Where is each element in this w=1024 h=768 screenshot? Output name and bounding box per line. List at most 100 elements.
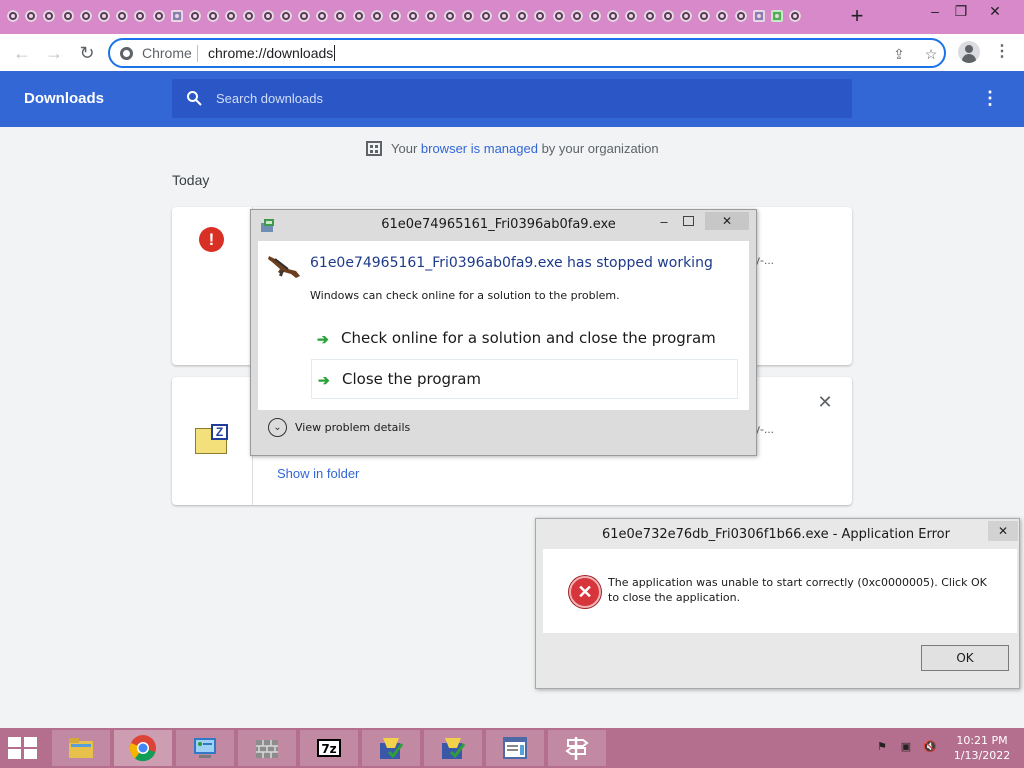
dialog-close-button[interactable]: ✕ bbox=[988, 521, 1018, 541]
taskbar-firewall[interactable] bbox=[238, 730, 296, 766]
browser-tab-favicon-icon[interactable] bbox=[204, 6, 222, 28]
browser-tab-favicon-icon[interactable] bbox=[113, 6, 131, 28]
downloads-more-kebab-icon[interactable]: ⋮ bbox=[980, 86, 1000, 110]
browser-tab-favicon-icon[interactable] bbox=[459, 6, 477, 28]
taskbar-7zip[interactable]: 7z bbox=[300, 730, 358, 766]
window-close-button[interactable]: ✕ bbox=[978, 0, 1012, 24]
browser-tab-favicon-icon[interactable] bbox=[313, 6, 331, 28]
dialog-heading: 61e0e74965161_Fri0396ab0fa9.exe has stop… bbox=[310, 255, 713, 271]
browser-tab-favicon-icon[interactable] bbox=[768, 6, 786, 28]
address-bar-url[interactable]: chrome://downloads bbox=[208, 45, 336, 61]
tab-strip: + – ❐ ✕ bbox=[0, 0, 1024, 34]
tab-list bbox=[4, 6, 804, 28]
browser-menu-kebab-icon[interactable]: ⋮ bbox=[992, 40, 1012, 64]
browser-tab-favicon-icon[interactable] bbox=[568, 6, 586, 28]
7zip-file-icon: Z bbox=[195, 424, 229, 454]
browser-tab-favicon-icon[interactable] bbox=[495, 6, 513, 28]
search-input[interactable] bbox=[216, 79, 836, 118]
browser-tab-favicon-icon[interactable] bbox=[259, 6, 277, 28]
address-bar-site-label: Chrome bbox=[142, 45, 192, 61]
back-arrow-icon[interactable]: ← bbox=[8, 39, 36, 67]
dialog-close-button[interactable]: ✕ bbox=[705, 212, 749, 230]
browser-tab-favicon-icon[interactable] bbox=[677, 6, 695, 28]
browser-tab-favicon-icon[interactable] bbox=[622, 6, 640, 28]
forward-arrow-icon[interactable]: → bbox=[40, 39, 68, 67]
browser-tab-favicon-icon[interactable] bbox=[477, 6, 495, 28]
taskbar-file-explorer[interactable] bbox=[52, 730, 110, 766]
browser-tab-favicon-icon[interactable] bbox=[350, 6, 368, 28]
show-in-folder-link[interactable]: Show in folder bbox=[277, 466, 359, 481]
new-tab-button[interactable]: + bbox=[848, 5, 866, 28]
dialog-minimize-button[interactable]: – bbox=[657, 214, 671, 230]
browser-tab-favicon-icon[interactable] bbox=[22, 6, 40, 28]
browser-tab-favicon-icon[interactable] bbox=[95, 6, 113, 28]
managed-link[interactable]: browser is managed bbox=[421, 141, 538, 156]
chevron-down-icon: ⌄ bbox=[268, 418, 287, 437]
browser-tab-favicon-icon[interactable] bbox=[513, 6, 531, 28]
taskbar-network-tool[interactable] bbox=[548, 730, 606, 766]
window-restore-button[interactable]: ❐ bbox=[944, 0, 978, 24]
taskbar-control-panel[interactable] bbox=[176, 730, 234, 766]
reload-icon[interactable]: ↻ bbox=[73, 39, 101, 67]
managed-prefix: Your bbox=[391, 141, 421, 156]
search-box[interactable] bbox=[172, 79, 852, 118]
browser-tab-favicon-icon[interactable] bbox=[240, 6, 258, 28]
browser-tab-favicon-icon[interactable] bbox=[404, 6, 422, 28]
share-icon[interactable]: ⇪ bbox=[888, 43, 910, 65]
managed-notice: Your browser is managed by your organiza… bbox=[366, 140, 659, 158]
browser-tab-favicon-icon[interactable] bbox=[604, 6, 622, 28]
browser-tab-favicon-icon[interactable] bbox=[531, 6, 549, 28]
browser-tab-favicon-icon[interactable] bbox=[786, 6, 804, 28]
browser-tab-favicon-icon[interactable] bbox=[295, 6, 313, 28]
close-program-button[interactable]: ➔ Close the program bbox=[311, 359, 738, 399]
7zip-icon: 7z bbox=[317, 739, 341, 757]
browser-tab-favicon-icon[interactable] bbox=[186, 6, 204, 28]
browser-tab-favicon-icon[interactable] bbox=[59, 6, 77, 28]
browser-tab-favicon-icon[interactable] bbox=[695, 6, 713, 28]
managed-suffix: by your organization bbox=[537, 141, 659, 156]
browser-tab-favicon-icon[interactable] bbox=[422, 6, 440, 28]
browser-tab-favicon-icon[interactable] bbox=[732, 6, 750, 28]
taskbar-chrome[interactable] bbox=[114, 730, 172, 766]
browser-tab-favicon-icon[interactable] bbox=[168, 6, 186, 28]
browser-tab-favicon-icon[interactable] bbox=[659, 6, 677, 28]
browser-tab-favicon-icon[interactable] bbox=[131, 6, 149, 28]
action-center-flag-icon[interactable]: ⚑ bbox=[875, 740, 889, 754]
volume-muted-icon[interactable]: 🔇 bbox=[923, 740, 937, 754]
browser-tab-favicon-icon[interactable] bbox=[4, 6, 22, 28]
dialog-maximize-button[interactable] bbox=[683, 216, 694, 226]
browser-tab-favicon-icon[interactable] bbox=[222, 6, 240, 28]
browser-tab-favicon-icon[interactable] bbox=[40, 6, 58, 28]
browser-tab-favicon-icon[interactable] bbox=[750, 6, 768, 28]
remove-download-close-icon[interactable]: ✕ bbox=[816, 393, 834, 411]
address-bar[interactable]: Chrome chrome://downloads ⇪ ☆ bbox=[108, 38, 946, 68]
taskbar-setup-installer[interactable] bbox=[362, 730, 420, 766]
browser-tab-favicon-icon[interactable] bbox=[386, 6, 404, 28]
browser-tab-favicon-icon[interactable] bbox=[77, 6, 95, 28]
dialog-titlebar[interactable]: 61e0e74965161_Fri0396ab0fa9.exe – ✕ bbox=[251, 210, 756, 240]
profile-avatar-icon[interactable] bbox=[958, 41, 980, 63]
browser-tab-favicon-icon[interactable] bbox=[150, 6, 168, 28]
clock-time: 10:21 PM bbox=[956, 734, 1008, 747]
option-label: Check online for a solution and close th… bbox=[341, 329, 716, 347]
browser-tab-favicon-icon[interactable] bbox=[586, 6, 604, 28]
ok-button[interactable]: OK bbox=[921, 645, 1009, 671]
rifle-app-icon bbox=[268, 256, 300, 278]
bookmark-star-icon[interactable]: ☆ bbox=[920, 43, 942, 65]
browser-tab-favicon-icon[interactable] bbox=[331, 6, 349, 28]
browser-tab-favicon-icon[interactable] bbox=[441, 6, 459, 28]
chrome-icon bbox=[120, 47, 133, 60]
taskbar-clock[interactable]: 10:21 PM 1/13/2022 bbox=[950, 733, 1014, 763]
windows-start-icon[interactable] bbox=[8, 737, 38, 759]
taskbar-setup-installer[interactable] bbox=[424, 730, 482, 766]
network-icon[interactable]: ▣ bbox=[899, 740, 913, 754]
browser-tab-favicon-icon[interactable] bbox=[277, 6, 295, 28]
browser-tab-favicon-icon[interactable] bbox=[641, 6, 659, 28]
browser-toolbar: ← → ↻ Chrome chrome://downloads ⇪ ☆ ⋮ bbox=[0, 34, 1024, 71]
browser-tab-favicon-icon[interactable] bbox=[713, 6, 731, 28]
check-online-solution-button[interactable]: ➔ Check online for a solution and close … bbox=[311, 319, 738, 359]
taskbar-document-viewer[interactable] bbox=[486, 730, 544, 766]
chrome-icon bbox=[129, 735, 156, 762]
browser-tab-favicon-icon[interactable] bbox=[368, 6, 386, 28]
browser-tab-favicon-icon[interactable] bbox=[550, 6, 568, 28]
